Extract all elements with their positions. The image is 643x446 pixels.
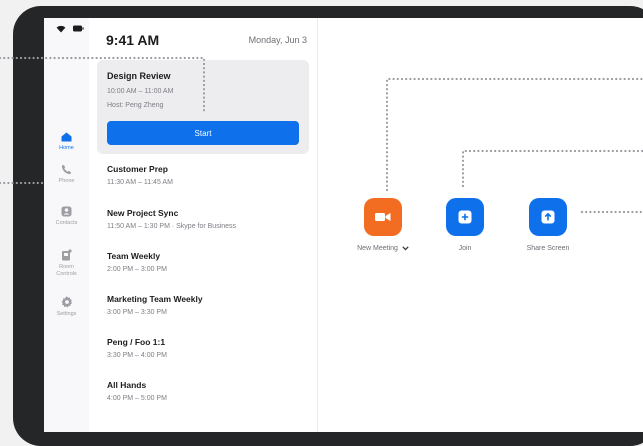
start-button[interactable]: Start (107, 121, 299, 145)
meeting-time: 2:00 PM – 3:00 PM (107, 266, 167, 273)
chevron-down-icon[interactable] (402, 246, 409, 251)
meeting-title: Team Weekly (107, 251, 161, 261)
nav-label-home: Home (59, 145, 74, 151)
list-item[interactable]: Team Weekly 2:00 PM – 3:00 PM (107, 251, 167, 273)
gear-icon (61, 296, 72, 308)
current-date: Monday, Jun 3 (248, 35, 307, 45)
featured-meeting-card[interactable]: Design Review 10:00 AM – 11:00 AM Host: … (97, 60, 309, 154)
share-screen-action[interactable]: Share Screen (508, 198, 588, 252)
nav-item-phone[interactable]: Phone (44, 164, 89, 184)
home-icon (61, 132, 72, 142)
list-item[interactable]: Peng / Foo 1:1 3:30 PM – 4:00 PM (107, 337, 167, 359)
wifi-icon (56, 25, 66, 33)
status-bar (56, 24, 85, 36)
meeting-time: 3:00 PM – 3:30 PM (107, 309, 167, 316)
join-action[interactable]: Join (425, 198, 505, 252)
new-meeting-label: New Meeting (357, 245, 398, 252)
featured-meeting-time: 10:00 AM – 11:00 AM (107, 88, 174, 95)
room-controls-icon (62, 249, 72, 261)
featured-meeting-title: Design Review (107, 71, 171, 81)
new-meeting-button[interactable] (364, 198, 402, 236)
meetings-panel: 9:41 AM Monday, Jun 3 Design Review 10:0… (89, 18, 318, 432)
join-label: Join (458, 245, 472, 252)
new-meeting-action[interactable]: New Meeting (343, 198, 423, 252)
meeting-title: Marketing Team Weekly (107, 294, 203, 304)
list-item[interactable]: Customer Prep 11:30 AM – 11:45 AM (107, 164, 173, 186)
nav-label-phone: Phone (58, 178, 75, 184)
join-button[interactable] (446, 198, 484, 236)
nav-item-room-controls[interactable]: Room Controls (44, 249, 89, 277)
app-screen: Home Phone Contacts Room Controls Settin… (44, 18, 643, 432)
meeting-time: 4:00 PM – 5:00 PM (107, 395, 167, 402)
nav-item-settings[interactable]: Settings (44, 296, 89, 317)
meeting-time: 11:50 AM – 1:30 PM · Skype for Business (107, 223, 237, 230)
share-screen-label: Share Screen (526, 245, 570, 252)
nav-rail: Home Phone Contacts Room Controls Settin… (44, 18, 90, 432)
video-camera-icon (375, 213, 391, 221)
share-screen-button[interactable] (529, 198, 567, 236)
battery-icon (73, 25, 85, 32)
phone-icon (61, 164, 72, 175)
meeting-time: 11:30 AM – 11:45 AM (107, 179, 173, 186)
upload-arrow-icon (541, 210, 555, 224)
list-item[interactable]: All Hands 4:00 PM – 5:00 PM (107, 380, 167, 402)
featured-meeting-host: Host: Peng Zheng (107, 102, 164, 109)
meeting-time: 3:30 PM – 4:00 PM (107, 352, 167, 359)
list-item[interactable]: New Project Sync 11:50 AM – 1:30 PM · Sk… (107, 208, 236, 230)
nav-item-home[interactable]: Home (44, 132, 89, 151)
meeting-title: Customer Prep (107, 164, 168, 174)
contacts-icon (61, 206, 72, 217)
meeting-title: All Hands (107, 380, 147, 390)
meeting-title: New Project Sync (107, 208, 179, 218)
list-item[interactable]: Marketing Team Weekly 3:00 PM – 3:30 PM (107, 294, 203, 316)
meeting-title: Peng / Foo 1:1 (107, 337, 166, 347)
nav-item-contacts[interactable]: Contacts (44, 206, 89, 226)
clock-time: 9:41 AM (106, 32, 160, 48)
plus-icon (458, 210, 472, 224)
nav-label-contacts: Contacts (55, 220, 78, 226)
nav-label-room-controls: Room Controls (56, 264, 77, 277)
nav-label-settings: Settings (56, 311, 77, 317)
